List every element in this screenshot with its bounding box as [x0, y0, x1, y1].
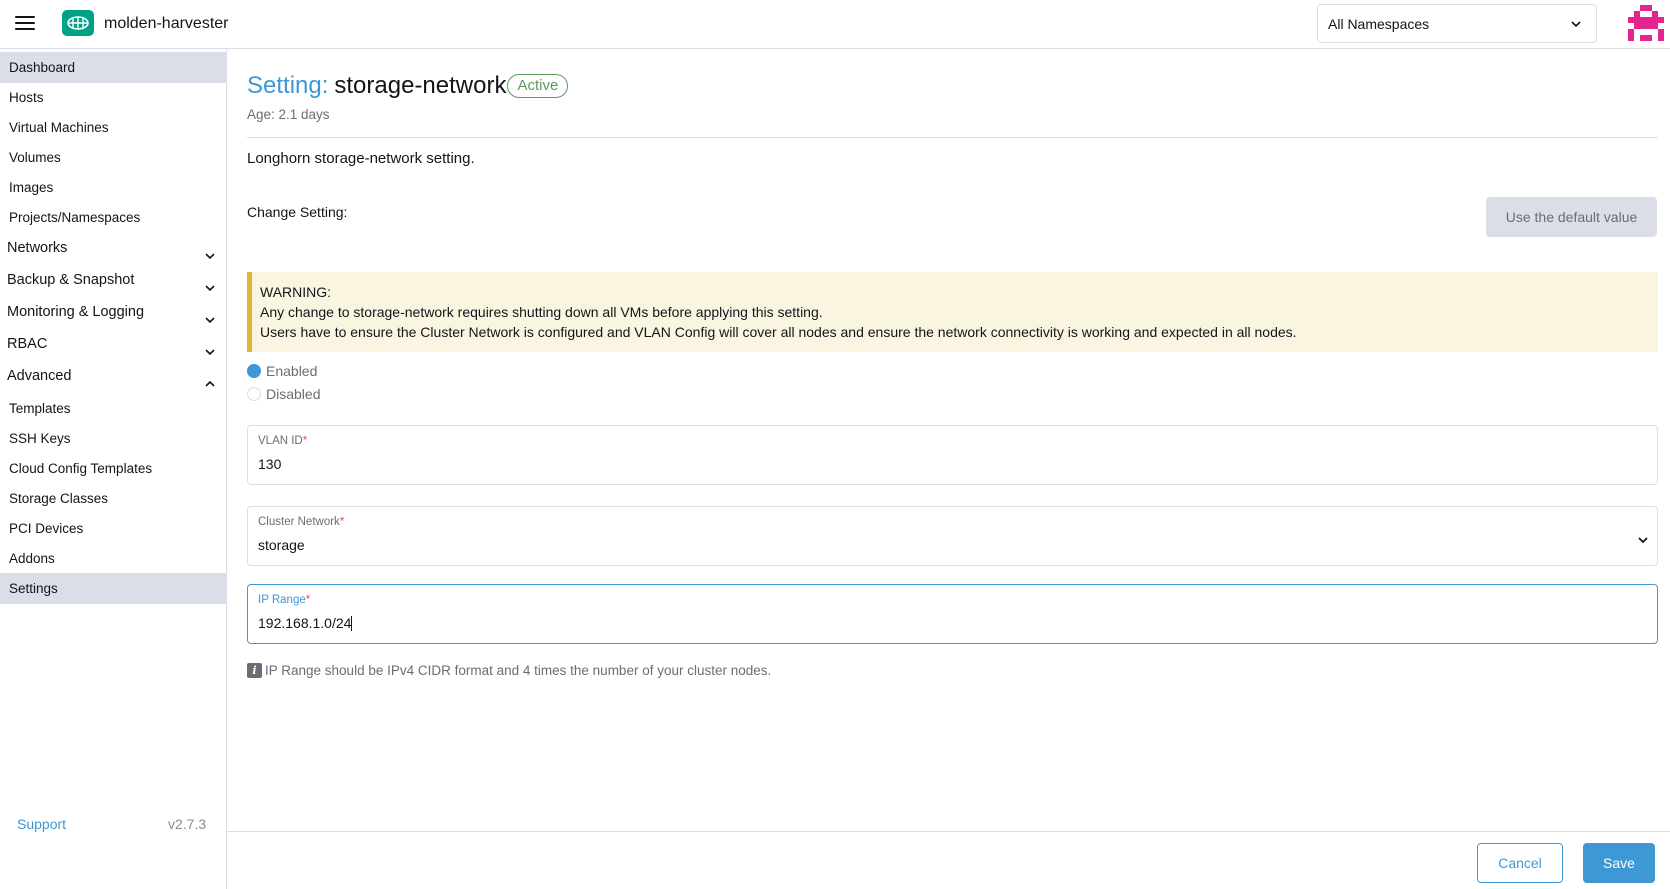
ip-range-label: IP Range*: [258, 594, 310, 606]
status-badge: Active: [507, 74, 569, 98]
save-button[interactable]: Save: [1583, 843, 1655, 883]
namespace-select[interactable]: All Namespaces: [1317, 4, 1597, 43]
vlan-id-input[interactable]: 130: [258, 456, 1638, 472]
radio-checked-icon[interactable]: [247, 364, 261, 378]
namespace-select-value: All Namespaces: [1328, 16, 1430, 32]
radio-enabled-label: Enabled: [266, 363, 318, 379]
sidebar-group-networks[interactable]: Networks: [0, 233, 226, 264]
sidebar-item-projects-namespaces[interactable]: Projects/Namespaces: [0, 202, 226, 233]
text-caret: [351, 616, 353, 631]
radio-enabled[interactable]: Enabled: [247, 361, 317, 381]
sidebar-item-addons[interactable]: Addons: [0, 543, 226, 574]
sidebar-item-storage-classes[interactable]: Storage Classes: [0, 483, 226, 514]
page-title-name: storage-network: [334, 72, 507, 99]
sidebar-item-images[interactable]: Images: [0, 172, 226, 203]
cancel-button[interactable]: Cancel: [1477, 843, 1563, 883]
ip-range-value: 192.168.1.0/24: [258, 615, 352, 631]
top-header: molden-harvester All Namespaces: [0, 0, 1670, 49]
sidebar-group-monitoring-logging[interactable]: Monitoring & Logging: [0, 297, 226, 328]
setting-description: Longhorn storage-network setting.: [247, 150, 475, 167]
radio-disabled-label: Disabled: [266, 386, 321, 402]
warning-banner: WARNING: Any change to storage-network r…: [247, 272, 1658, 352]
cluster-name: molden-harvester: [104, 15, 229, 32]
required-mark: *: [302, 435, 308, 447]
chevron-down-icon: [1570, 17, 1582, 33]
page-title-prefix: Setting:: [247, 72, 329, 99]
page-title: Setting: storage-network Active: [247, 72, 569, 100]
required-mark: *: [339, 516, 345, 528]
ip-range-field[interactable]: IP Range* 192.168.1.0/24: [247, 584, 1658, 644]
sidebar-group-label: Monitoring & Logging: [7, 304, 145, 320]
cluster-network-label: Cluster Network*: [258, 516, 344, 528]
radio-unchecked-icon[interactable]: [247, 387, 261, 401]
sidebar-item-virtual-machines[interactable]: Virtual Machines: [0, 112, 226, 143]
ip-range-hint-text: IP Range should be IPv4 CIDR format and …: [265, 663, 772, 678]
cluster-network-value: storage: [258, 537, 305, 553]
info-icon: i: [247, 663, 262, 678]
sidebar-item-dashboard[interactable]: Dashboard: [0, 52, 226, 83]
sidebar-group-label: Advanced: [7, 368, 72, 384]
use-default-value-button[interactable]: Use the default value: [1486, 197, 1657, 237]
warning-line: Users have to ensure the Cluster Network…: [260, 324, 1297, 340]
vlan-id-label-text: VLAN ID: [258, 435, 303, 447]
cluster-network-label-text: Cluster Network: [258, 516, 340, 528]
chevron-down-icon: [1637, 533, 1649, 549]
cluster-network-select[interactable]: Cluster Network* storage: [247, 506, 1658, 566]
sidebar-group-label: RBAC: [7, 336, 48, 352]
hamburger-icon[interactable]: [15, 16, 35, 32]
warning-heading: WARNING:: [260, 284, 332, 300]
sidebar-item-settings[interactable]: Settings: [0, 573, 226, 604]
warning-line: Any change to storage-network requires s…: [260, 304, 823, 320]
sidebar-group-rbac[interactable]: RBAC: [0, 329, 226, 360]
radio-disabled[interactable]: Disabled: [247, 384, 320, 404]
user-avatar-icon[interactable]: [1628, 5, 1664, 41]
change-setting-label: Change Setting:: [247, 204, 348, 220]
sidebar-group-backup-snapshot[interactable]: Backup & Snapshot: [0, 265, 226, 296]
sidebar-item-volumes[interactable]: Volumes: [0, 142, 226, 173]
required-mark: *: [305, 594, 311, 606]
sidebar-group-advanced[interactable]: Advanced: [0, 361, 226, 392]
ip-range-hint: i IP Range should be IPv4 CIDR format an…: [247, 663, 771, 678]
sidebar-item-hosts[interactable]: Hosts: [0, 82, 226, 113]
vlan-id-field[interactable]: VLAN ID* 130: [247, 425, 1658, 485]
sidebar-group-label: Networks: [7, 240, 68, 256]
age-label: Age: 2.1 days: [247, 107, 330, 122]
sidebar-item-templates[interactable]: Templates: [0, 393, 226, 424]
sidebar-item-pci-devices[interactable]: PCI Devices: [0, 513, 226, 544]
version-label: v2.7.3: [168, 816, 207, 832]
divider: [247, 137, 1658, 138]
support-link[interactable]: Support: [17, 816, 66, 832]
sidebar-item-ssh-keys[interactable]: SSH Keys: [0, 423, 226, 454]
ip-range-label-text: IP Range: [258, 594, 306, 606]
footer-bar: [227, 831, 1670, 889]
harvester-logo-icon[interactable]: [62, 10, 94, 36]
vlan-id-label: VLAN ID*: [258, 435, 307, 447]
sidebar-group-label: Backup & Snapshot: [7, 272, 135, 288]
sidebar-item-cloud-config-templates[interactable]: Cloud Config Templates: [0, 453, 226, 484]
ip-range-input[interactable]: 192.168.1.0/24: [258, 615, 1638, 631]
sidebar: Dashboard Hosts Virtual Machines Volumes…: [0, 49, 227, 889]
